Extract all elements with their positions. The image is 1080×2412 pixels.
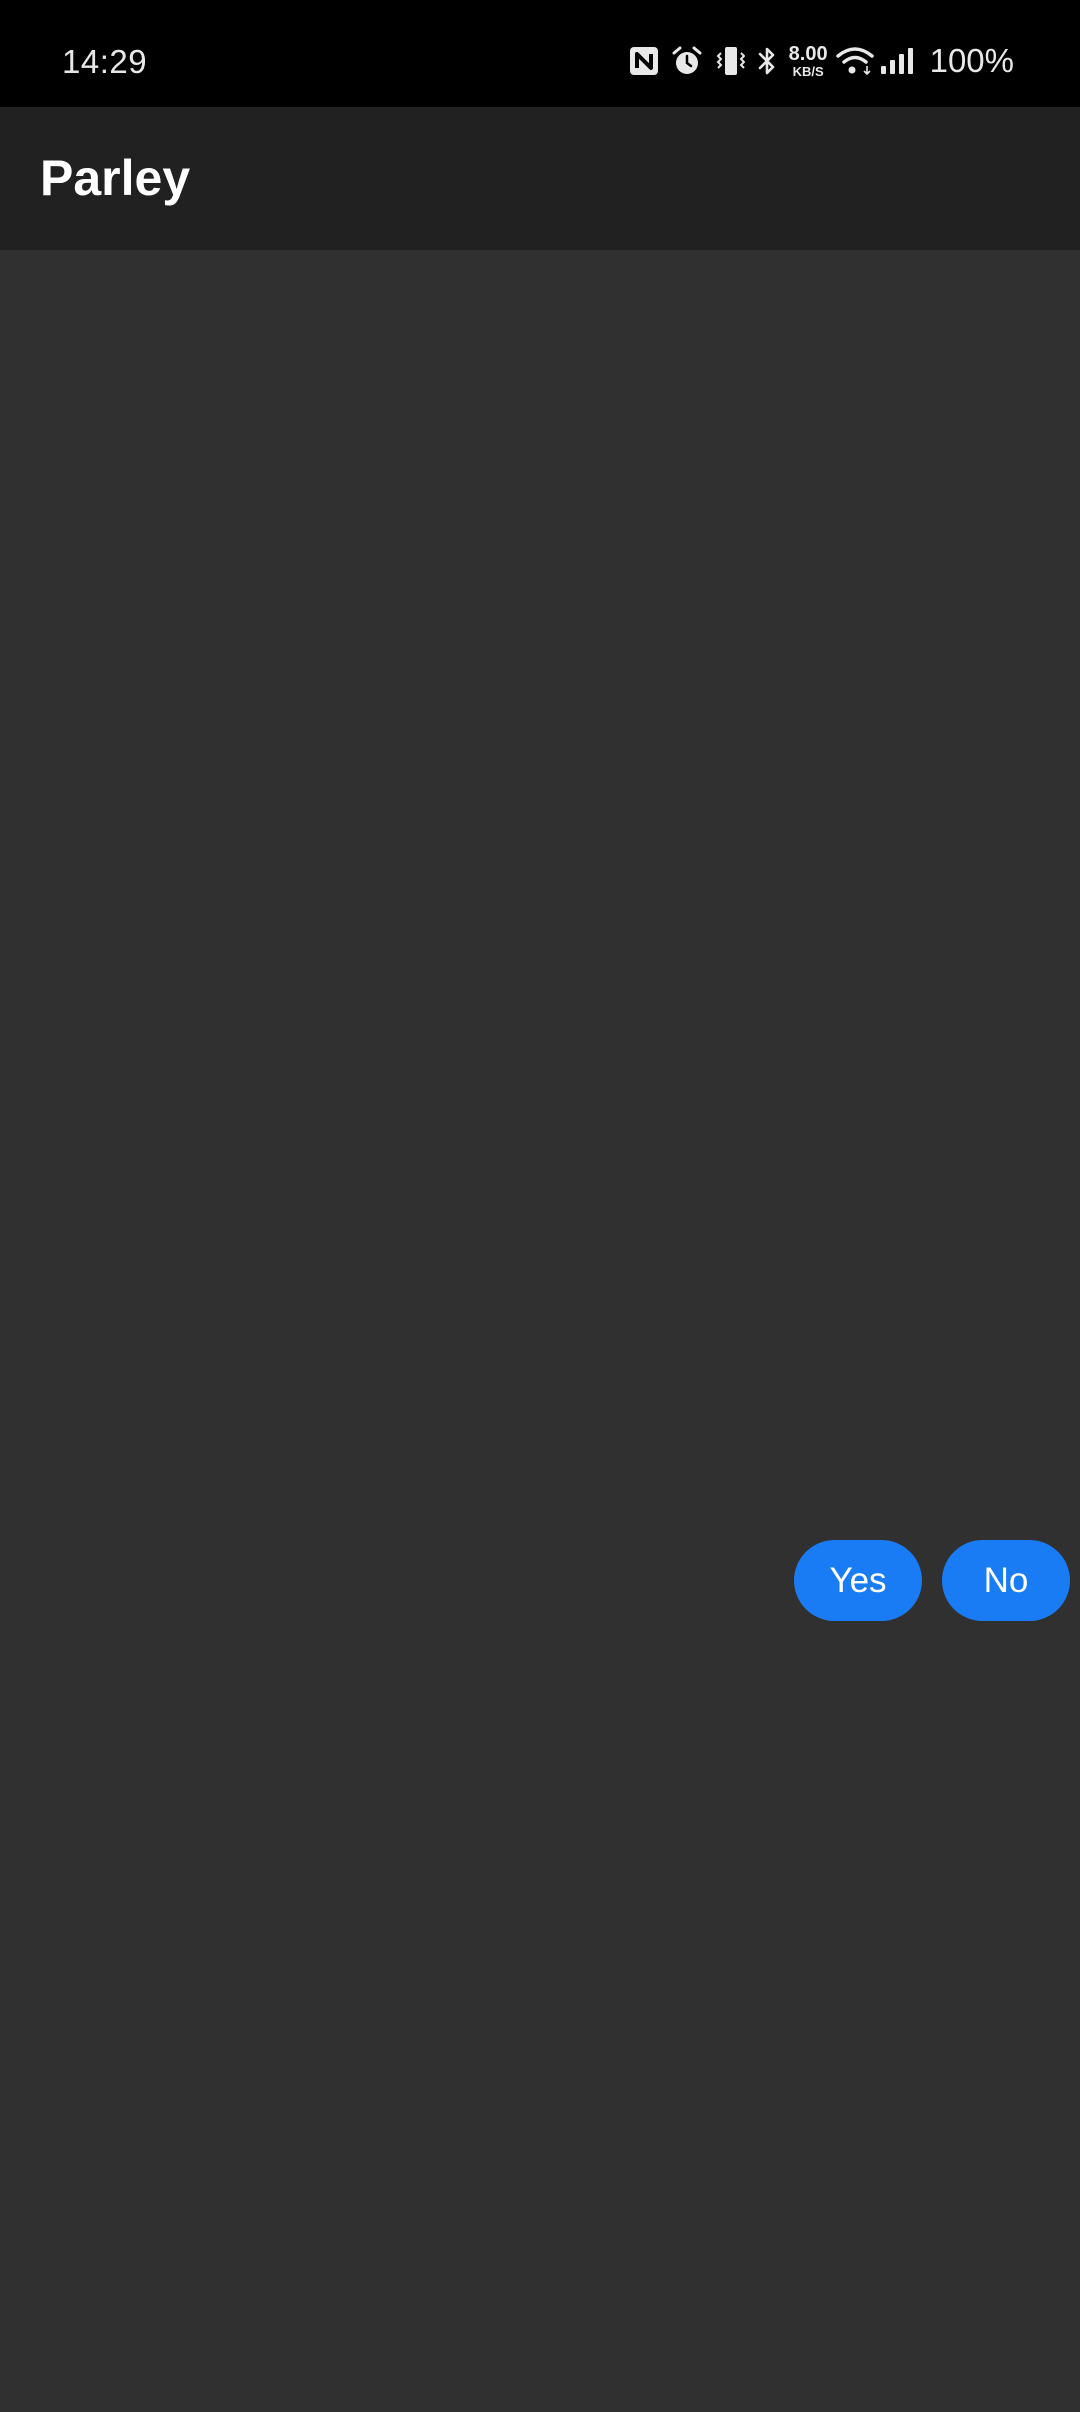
no-button[interactable]: No: [942, 1540, 1070, 1621]
main-content: Yes No: [0, 250, 1080, 2412]
app-bar: Parley: [0, 107, 1080, 250]
status-time: 14:29: [62, 43, 148, 80]
status-bar: 14:29 8.00 KB/S 100%: [0, 0, 1080, 107]
network-speed-value: 8.00: [788, 43, 828, 65]
yes-button[interactable]: Yes: [794, 1540, 922, 1621]
battery-percentage: 100%: [929, 42, 1014, 79]
signal-icon: [880, 38, 918, 84]
network-speed: 8.00 KB/S: [789, 44, 828, 78]
nfc-icon: [629, 38, 659, 84]
wifi-icon: [835, 38, 874, 84]
status-icons: 8.00 KB/S 100%: [629, 38, 1014, 84]
vibrate-icon: [715, 38, 745, 84]
bluetooth-icon: [755, 38, 779, 84]
network-speed-unit: KB/S: [792, 64, 824, 79]
alarm-icon: [671, 38, 703, 84]
app-title: Parley: [40, 150, 191, 206]
